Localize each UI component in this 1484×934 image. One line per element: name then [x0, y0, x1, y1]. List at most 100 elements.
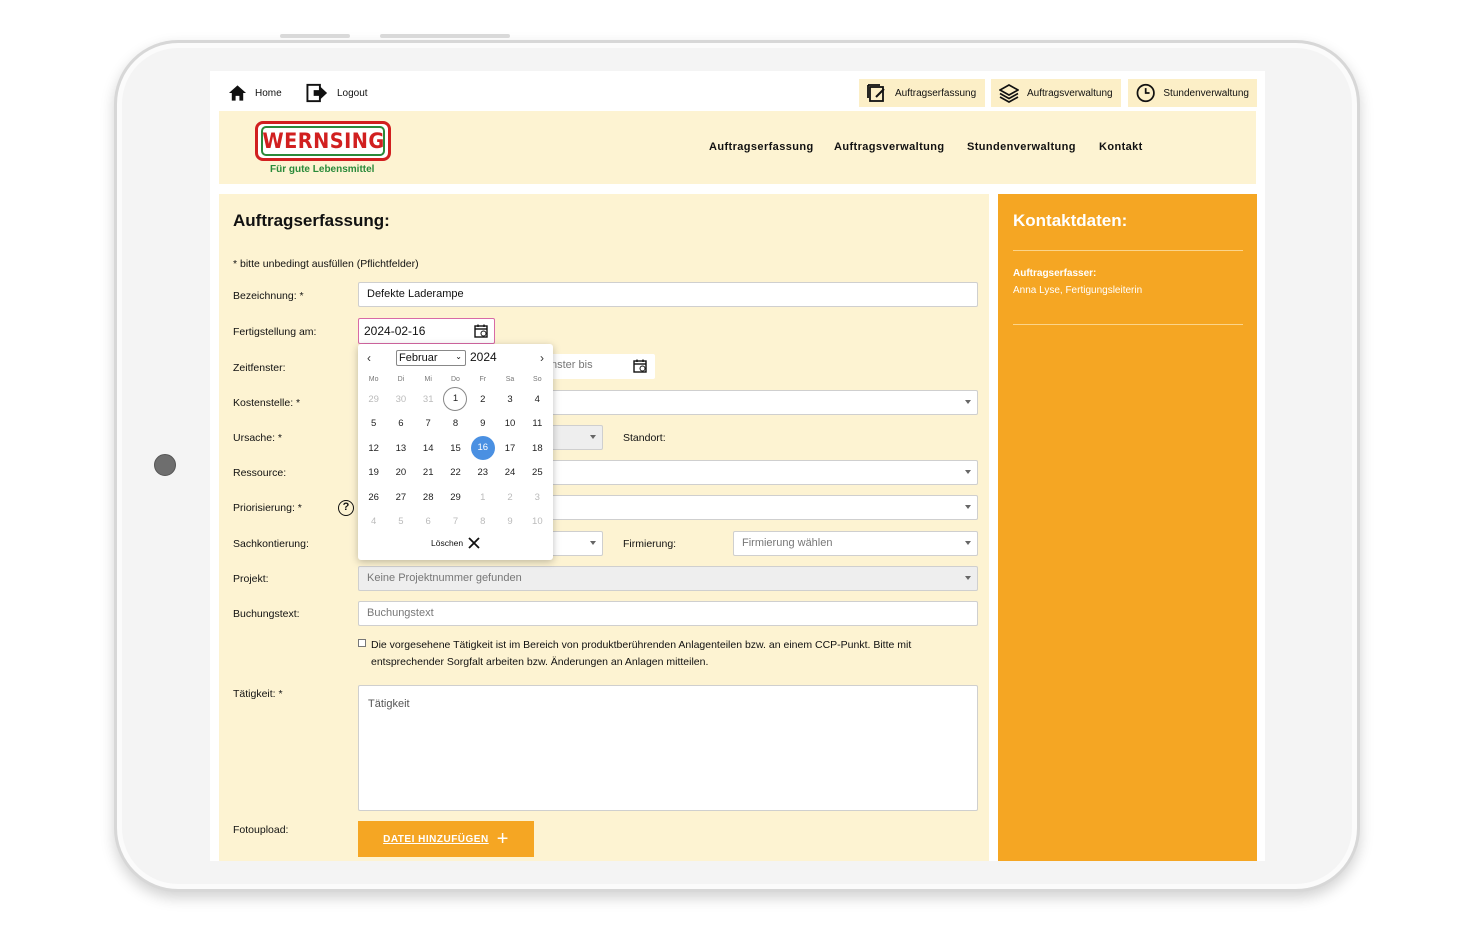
calendar-day-selected[interactable]: 16: [469, 436, 496, 461]
quick-link-auftragserfassung[interactable]: Auftragserfassung: [859, 79, 985, 107]
month-select[interactable]: Februar ⌄: [396, 350, 466, 366]
calendar-day[interactable]: 15: [442, 443, 469, 454]
label-bezeichnung: Bezeichnung: *: [233, 290, 304, 302]
home-icon: [228, 85, 247, 101]
calendar-day-number: 25: [532, 467, 543, 479]
calendar-day[interactable]: 1: [442, 387, 469, 412]
year-value[interactable]: 2024: [470, 350, 497, 364]
month-value: Februar: [399, 352, 438, 364]
calendar-day-number: 28: [422, 491, 434, 503]
nav-stundenverwaltung[interactable]: Stundenverwaltung: [967, 141, 1076, 153]
calendar-day[interactable]: 3: [496, 394, 523, 405]
label-standort: Standort:: [623, 432, 666, 444]
home-link[interactable]: Home: [228, 79, 282, 107]
calendar-day[interactable]: 21: [415, 467, 442, 478]
fertigstellung-date-input[interactable]: 2024-02-16: [358, 318, 495, 344]
calendar-day-outside[interactable]: 1: [469, 492, 496, 503]
add-file-button[interactable]: DATEI HINZUFÜGEN +: [358, 821, 534, 857]
week-row: 4 5 6 7 8 9 10: [360, 510, 551, 535]
firmierung-placeholder: Firmierung wählen: [742, 537, 833, 549]
calendar-day[interactable]: 28: [415, 492, 442, 503]
calendar-day[interactable]: 19: [360, 467, 387, 478]
calendar-day[interactable]: 9: [469, 418, 496, 429]
clear-date-button[interactable]: Löschen: [431, 537, 480, 549]
calendar-day-outside[interactable]: 9: [496, 516, 523, 527]
calendar-day[interactable]: 12: [360, 443, 387, 454]
calendar-day[interactable]: 10: [496, 418, 523, 429]
calendar-day[interactable]: 2: [469, 394, 496, 405]
calendar-day-number: 30: [395, 393, 407, 405]
calendar-day-number: 8: [452, 418, 459, 430]
ccp-checkbox[interactable]: [358, 639, 366, 647]
logout-icon: [306, 83, 328, 103]
calendar-day[interactable]: 22: [442, 467, 469, 478]
calendar-day-outside[interactable]: 3: [524, 492, 551, 503]
calendar-day-outside[interactable]: 29: [360, 394, 387, 405]
quick-link-auftragsverwaltung[interactable]: Auftragsverwaltung: [991, 79, 1121, 107]
calendar-day-outside[interactable]: 31: [415, 394, 442, 405]
calendar-day[interactable]: 5: [360, 418, 387, 429]
calendar-day-outside[interactable]: 8: [469, 516, 496, 527]
previous-month-icon[interactable]: ‹: [367, 351, 371, 365]
calendar-day-outside[interactable]: 6: [415, 516, 442, 527]
calendar-day[interactable]: 4: [524, 394, 551, 405]
calendar-day-outside[interactable]: 4: [360, 516, 387, 527]
nav-auftragsverwaltung[interactable]: Auftragsverwaltung: [834, 141, 945, 153]
projekt-placeholder: Keine Projektnummer gefunden: [367, 572, 522, 584]
calendar-day-outside[interactable]: 7: [442, 516, 469, 527]
calendar-day-number: 11: [532, 418, 543, 430]
next-month-icon[interactable]: ›: [540, 351, 544, 365]
date-picker-popup: ‹ Februar ⌄ 2024 › Mo Di Mi Do Fr Sa So 29 30 31 1…: [358, 344, 553, 560]
calendar-day[interactable]: 27: [387, 492, 414, 503]
taetigkeit-textarea[interactable]: Tätigkeit: [358, 685, 978, 811]
calendar-day-outside[interactable]: 10: [524, 516, 551, 527]
chevron-down-icon: [965, 576, 971, 580]
calendar-day[interactable]: 29: [442, 492, 469, 503]
calendar-day[interactable]: 17: [496, 443, 523, 454]
calendar-day[interactable]: 25: [524, 467, 551, 478]
edit-form-icon: [867, 84, 885, 102]
weekday-label: Mi: [424, 376, 432, 383]
calendar-day-number: 2: [507, 491, 513, 503]
calendar-day[interactable]: 24: [496, 467, 523, 478]
buchungstext-input[interactable]: Buchungstext: [358, 601, 978, 626]
form-panel: Auftragserfassung: * bitte unbedingt aus…: [219, 194, 989, 861]
week-row: 29 30 31 1 2 3 4: [360, 387, 551, 412]
logout-link[interactable]: Logout: [306, 79, 368, 107]
calendar-day[interactable]: 13: [387, 443, 414, 454]
calendar-day-number: 18: [532, 442, 543, 454]
help-icon[interactable]: ?: [338, 500, 354, 516]
calendar-icon[interactable]: [633, 359, 647, 373]
calendar-day-outside[interactable]: 30: [387, 394, 414, 405]
calendar-icon[interactable]: [474, 324, 488, 338]
nav-kontakt[interactable]: Kontakt: [1099, 141, 1143, 153]
top-utility-bar: Home Logout Auftragserfassung Auftragsve…: [210, 71, 1265, 111]
quick-link-stundenverwaltung[interactable]: Stundenverwaltung: [1128, 79, 1257, 107]
projekt-select[interactable]: Keine Projektnummer gefunden: [358, 566, 978, 591]
wernsing-logo[interactable]: WERNSING: [255, 121, 391, 161]
nav-auftragserfassung[interactable]: Auftragserfassung: [709, 141, 814, 153]
calendar-day-outside[interactable]: 5: [387, 516, 414, 527]
week-row: 26 27 28 29 1 2 3: [360, 485, 551, 510]
layers-icon: [999, 84, 1019, 103]
calendar-day-number: 15: [450, 442, 461, 454]
add-file-label: DATEI HINZUFÜGEN: [383, 833, 489, 845]
calendar-day[interactable]: 11: [524, 418, 551, 429]
calendar-day-number: 23: [477, 467, 489, 479]
calendar-day-number: 22: [450, 467, 461, 479]
ccp-checkbox-text: Die vorgesehene Tätigkeit ist im Bereich…: [371, 639, 912, 668]
calendar-day[interactable]: 23: [469, 467, 496, 478]
calendar-day[interactable]: 6: [387, 418, 414, 429]
firmierung-select[interactable]: Firmierung wählen: [733, 531, 978, 556]
calendar-day[interactable]: 14: [415, 443, 442, 454]
logo-inner-frame: WERNSING: [261, 126, 385, 156]
calendar-day[interactable]: 8: [442, 418, 469, 429]
calendar-day[interactable]: 26: [360, 492, 387, 503]
calendar-day[interactable]: 7: [415, 418, 442, 429]
home-label: Home: [255, 87, 282, 99]
calendar-day-number: 2: [480, 393, 486, 405]
bezeichnung-input[interactable]: Defekte Laderampe: [358, 282, 978, 307]
calendar-day[interactable]: 18: [524, 443, 551, 454]
calendar-day-outside[interactable]: 2: [496, 492, 523, 503]
calendar-day[interactable]: 20: [387, 467, 414, 478]
